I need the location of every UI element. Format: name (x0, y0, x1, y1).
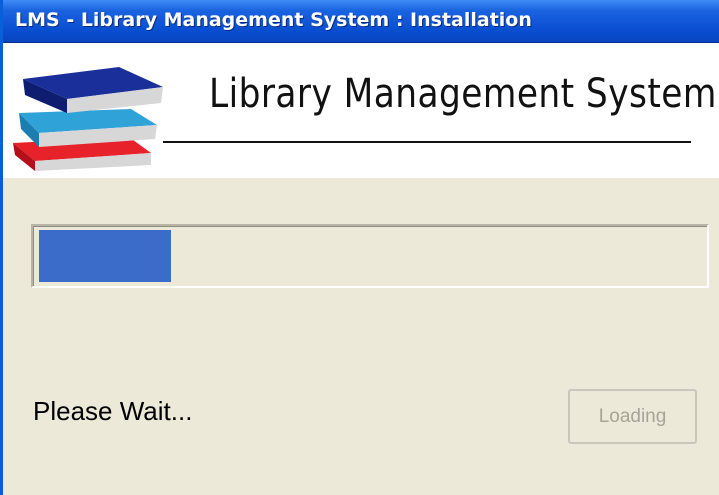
header-banner: Library Management System (3, 43, 719, 178)
banner-underline (163, 141, 691, 143)
progress-fill (39, 230, 172, 282)
books-stack-icon (13, 67, 163, 171)
banner-heading: Library Management System (209, 71, 717, 117)
progress-bar-inner (39, 230, 701, 282)
title-bar[interactable]: LMS - Library Management System : Instal… (3, 0, 719, 43)
installer-window: LMS - Library Management System : Instal… (0, 0, 719, 495)
progress-bar (31, 224, 709, 288)
window-title: LMS - Library Management System : Instal… (15, 9, 532, 31)
status-message: Please Wait... (33, 396, 193, 426)
loading-button[interactable]: Loading (568, 389, 697, 444)
